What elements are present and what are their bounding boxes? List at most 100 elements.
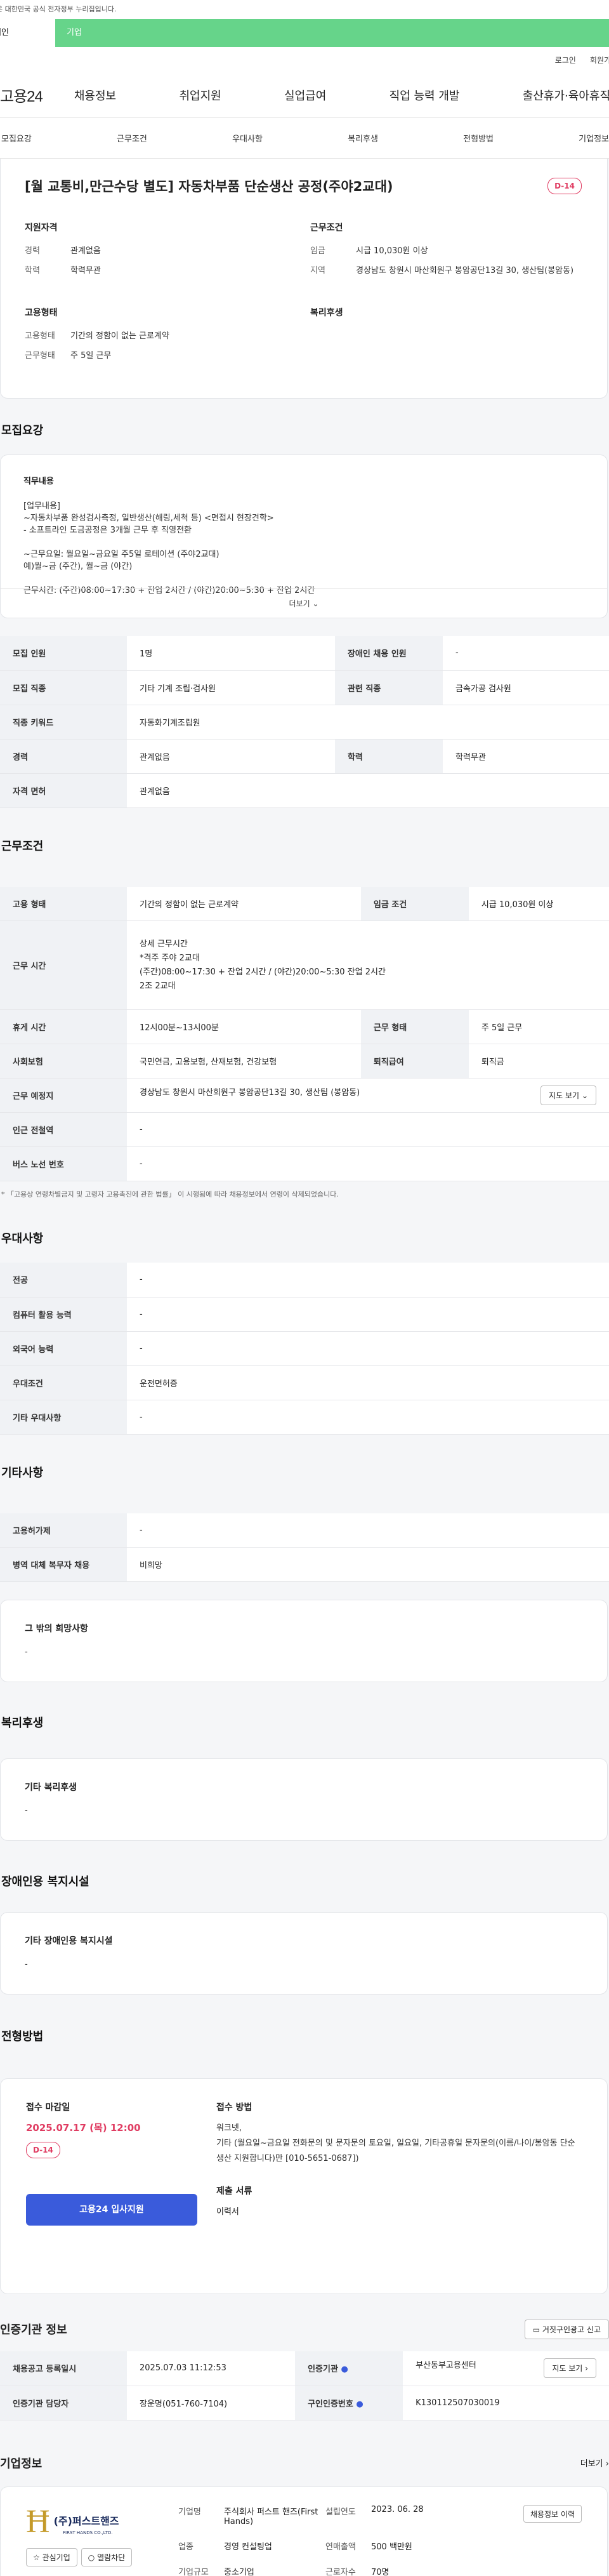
star-icon: ☆ bbox=[33, 2553, 40, 2562]
section-title-agency: 인증기관 정보 bbox=[0, 2323, 67, 2337]
table-row: 고용 형태 기간의 정함이 없는 근로계약 임금 조건 시급 10,030원 이상 bbox=[0, 886, 609, 921]
map-button[interactable]: 지도 보기 ⌄ bbox=[540, 1086, 596, 1105]
table-row: 기타 우대사항 - bbox=[0, 1400, 609, 1435]
company-more-link[interactable]: 더보기 › bbox=[580, 2457, 609, 2469]
subnav-item[interactable]: 우대사항 bbox=[232, 132, 263, 144]
kv-key: 경력 bbox=[25, 246, 40, 256]
table-cell: 장운명(051-760-7104) bbox=[127, 2386, 296, 2420]
report-fake-ad-button[interactable]: ▭ 거짓구인광고 신고 bbox=[524, 2319, 609, 2339]
table-row: 자격 면허 관계없음 bbox=[0, 773, 609, 808]
kv-key: 고용형태 bbox=[25, 331, 55, 341]
work-time-line: 상세 근무시간 bbox=[140, 939, 188, 949]
table-cell: 운전면허증 bbox=[127, 1365, 609, 1400]
tab-personal[interactable]: 개인 bbox=[0, 19, 55, 47]
gnb-menu-item[interactable]: 채용정보 bbox=[74, 87, 116, 103]
table-row: 모집 직종 기타 기계 조립·검사원 관련 직종 금속가공 검사원 bbox=[0, 670, 609, 705]
info-key: 설립연도 bbox=[325, 2507, 356, 2517]
info-key: 업종 bbox=[178, 2542, 193, 2552]
qualification-title: 지원자격 bbox=[25, 223, 58, 233]
table-header-cell: 채용공고 등록일시 bbox=[0, 2351, 127, 2386]
job-title: [월 교통비,만근수당 별도] 자동차부품 단순생산 공정(주야2교대) bbox=[25, 179, 393, 194]
table-header-cell: 관련 직종 bbox=[334, 670, 443, 705]
info-value: 500 백만원 bbox=[371, 2542, 412, 2552]
table-row: 경력 관계없음 학력 학력무관 bbox=[0, 739, 609, 774]
table-row: 병역 대체 복무자 채용 비희망 bbox=[0, 1547, 609, 1582]
subnav-item[interactable]: 근무조건 bbox=[117, 132, 147, 144]
table-cell: - bbox=[442, 636, 609, 671]
table-header-cell: 전공 bbox=[0, 1263, 127, 1298]
chevron-right-icon: › bbox=[585, 2364, 588, 2374]
kv-value: 관계없음 bbox=[70, 246, 101, 256]
work-place-cell: 경상남도 창원시 마산회원구 봉암공단13길 30, 생산팀 (봉암동) 지도 보… bbox=[127, 1078, 609, 1113]
company-logo-mark: Ħ bbox=[26, 2503, 50, 2540]
gnb-menu-item[interactable]: 직업 능력 개발 bbox=[390, 87, 460, 103]
gnb-menu-item[interactable]: 출산휴가·육아휴직 bbox=[523, 87, 609, 103]
block-view-button[interactable]: ○ 열람차단 bbox=[81, 2547, 133, 2566]
subnav-item[interactable]: 전형방법 bbox=[463, 132, 494, 144]
table-cell: 부산동부고용센터 지도 보기 › bbox=[403, 2351, 609, 2386]
table-cell: - bbox=[127, 1513, 609, 1548]
table-row: 인증기관 담당자 장운명(051-760-7104) 구인인증번호 ● K130112… bbox=[0, 2386, 609, 2420]
table-row: 인근 전철역 - bbox=[0, 1112, 609, 1147]
login-link[interactable]: 로그인 bbox=[555, 55, 576, 65]
method-block: 접수 방법 워크넷, 기타 (월요일~금요일 전화문의 및 문자문의 토요일, … bbox=[204, 2101, 582, 2272]
pref-table: 전공 - 컴퓨터 활용 능력 - 외국어 능력 - 우대조건 운전면허증 기타 우대사항… bbox=[0, 1263, 609, 1435]
info-key: 기업명 bbox=[178, 2507, 201, 2517]
subnav-item[interactable]: 복리후생 bbox=[348, 132, 378, 144]
apply-button[interactable]: 고용24 입사지원 bbox=[26, 2194, 197, 2226]
gnb-menu-item[interactable]: 실업급여 bbox=[284, 87, 326, 103]
info-key: 연매출액 bbox=[325, 2542, 356, 2552]
section-title-pref: 우대사항 bbox=[1, 1232, 44, 1245]
duty-text: [업무내용] ~자동차부품 완성검사측정, 일반생산(해링,세척 등) <면접시… bbox=[23, 501, 315, 595]
info-icon[interactable]: ● bbox=[356, 2400, 363, 2409]
table-cell: 주 5일 근무 bbox=[468, 1009, 609, 1044]
table-row: 직종 키워드 자동화기계조립원 bbox=[0, 705, 609, 740]
info-icon[interactable]: ● bbox=[341, 2365, 348, 2374]
company-info: 기업명 주식회사 퍼스트 핸즈(First Hands) 설립연도 2023. 06.… bbox=[178, 2505, 454, 2576]
condition-block: 근무조건 임금 시급 10,030원 이상 지역 경상남도 창원시 마산회원구 봉암… bbox=[310, 221, 583, 283]
favorite-company-button[interactable]: ☆ 관심기업 bbox=[26, 2547, 77, 2566]
map-button[interactable]: 지도 보기 › bbox=[544, 2358, 596, 2379]
company-card: Ħ (주)퍼스트핸즈 FIRST HANDS CO.,LTD. ☆ 관심기업 ○ … bbox=[0, 2486, 608, 2576]
gnb-menu-item[interactable]: 취업지원 bbox=[179, 87, 221, 103]
deadline-value: 2025.07.17 (목) 12:00 bbox=[26, 2122, 141, 2134]
info-value: 주식회사 퍼스트 핸즈(First Hands) bbox=[224, 2507, 318, 2526]
table-header-cell: 근무 형태 bbox=[360, 1009, 469, 1044]
table-row: 고용허가제 - bbox=[0, 1513, 609, 1548]
site-logo[interactable]: 고용24 bbox=[0, 84, 43, 106]
agency-table: 채용공고 등록일시 2025.07.03 11:12:53 인증기관 ● 부산동부고용… bbox=[0, 2351, 609, 2420]
chevron-down-icon: ⌄ bbox=[581, 1091, 588, 1100]
other-wishes-value: - bbox=[25, 1647, 28, 1657]
table-row: 근무 예정지 경상남도 창원시 마산회원구 봉암공단13길 30, 생산팀 (봉암… bbox=[0, 1078, 609, 1113]
kv-value: 경상남도 창원시 마산회원구 봉암공단13길 30, 생산팀(봉암동) bbox=[356, 266, 574, 276]
agency-header: 인증기관 정보 ▭ 거짓구인광고 신고 bbox=[0, 2294, 609, 2351]
table-cell: 기간의 정함이 없는 근로계약 bbox=[127, 886, 361, 921]
work-table: 고용 형태 기간의 정함이 없는 근로계약 임금 조건 시급 10,030원 이상 근… bbox=[0, 886, 609, 1181]
table-header-cell: 자격 면허 bbox=[0, 773, 127, 808]
recruit-table: 모집 인원 1명 장애인 채용 인원 - 모집 직종 기타 기계 조립·검사원 관련 직종… bbox=[0, 636, 609, 808]
more-button[interactable]: 더보기 ⌄ bbox=[1, 588, 607, 618]
table-row: 사회보험 국민연금, 고용보험, 산재보험, 건강보험 퇴직급여 퇴직금 bbox=[0, 1044, 609, 1079]
work-time-line: 2조 2교대 bbox=[140, 981, 176, 991]
tab-business[interactable]: 기업 bbox=[55, 19, 609, 47]
info-value: 중소기업 bbox=[224, 2568, 254, 2576]
table-row: 버스 노선 번호 - bbox=[0, 1146, 609, 1181]
welfare-block: 복리후생 bbox=[310, 306, 583, 368]
subnav-item[interactable]: 기업정보 bbox=[579, 132, 609, 144]
subnav-item[interactable]: 모집요강 bbox=[1, 132, 32, 144]
chevron-down-icon: ⌄ bbox=[312, 599, 319, 608]
welfare-value: - bbox=[25, 1806, 28, 1816]
work-place-value: 경상남도 창원시 마산회원구 봉암공단13길 30, 생산팀 (봉암동) bbox=[140, 1088, 360, 1098]
table-header-cell: 근무 예정지 bbox=[0, 1078, 127, 1113]
recruit-history-button[interactable]: 채용정보 이력 bbox=[523, 2504, 582, 2523]
deadline-title: 접수 마감일 bbox=[26, 2102, 70, 2113]
disability-sub-title: 기타 장애인용 복지시설 bbox=[25, 1936, 113, 1946]
section-title-etc: 기타사항 bbox=[1, 1466, 44, 1480]
welfare-sub-title: 기타 복리후생 bbox=[25, 1783, 77, 1793]
table-row: 외국어 능력 - bbox=[0, 1331, 609, 1366]
table-row: 모집 인원 1명 장애인 채용 인원 - bbox=[0, 636, 609, 671]
condition-title: 근무조건 bbox=[310, 223, 343, 233]
global-nav: 고용24 채용정보 취업지원 실업급여 직업 능력 개발 출산휴가·육아휴직 bbox=[0, 72, 609, 118]
join-link[interactable]: 회원가입 bbox=[590, 55, 609, 65]
table-header-cell: 직종 키워드 bbox=[0, 705, 127, 740]
